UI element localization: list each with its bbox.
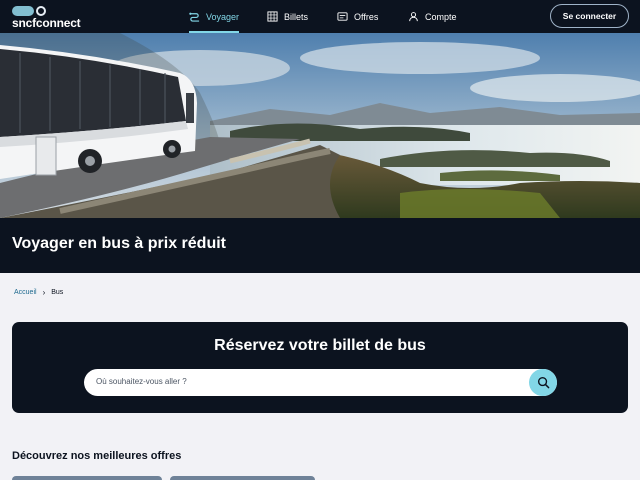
offer-card[interactable] (170, 476, 315, 480)
breadcrumb-current: Bus (51, 289, 64, 296)
hero-illustration (0, 33, 640, 218)
nav-item-label: Voyager (206, 11, 240, 22)
booking-title: Réservez votre billet de bus (214, 337, 426, 354)
nav-item-offres[interactable]: Offres (337, 0, 378, 33)
chevron-right-icon: › (42, 288, 46, 297)
nav-item-label: Offres (354, 11, 379, 22)
search-placeholder: Où souhaitez-vous aller ? (96, 377, 187, 386)
destination-search-input[interactable]: Où souhaitez-vous aller ? (84, 369, 557, 396)
breadcrumb-home-link[interactable]: Accueil (14, 289, 37, 296)
search-button[interactable] (529, 369, 557, 396)
offers-section-title: Découvrez nos meilleures offres (12, 450, 182, 462)
logo-text: sncfconnect (12, 16, 81, 30)
route-icon (189, 12, 200, 22)
nav-item-billets[interactable]: Billets (267, 0, 308, 33)
search-icon (537, 376, 549, 389)
login-button[interactable]: Se connecter (550, 4, 629, 28)
page-title: Voyager en bus à prix réduit (12, 235, 226, 252)
booking-search-card: Réservez votre billet de bus Où souhaite… (12, 322, 628, 413)
offer-card[interactable] (12, 476, 162, 480)
nav-item-compte[interactable]: Compte (408, 0, 457, 33)
nav-item-label: Compte (425, 11, 457, 22)
nav-item-label: Billets (284, 11, 309, 22)
sncf-connect-logo[interactable]: sncfconnect (12, 5, 82, 30)
user-icon (409, 12, 418, 22)
card-icon (337, 12, 348, 21)
breadcrumb: Accueil › Bus (14, 288, 63, 297)
top-navigation-bar: sncfconnect Voyager Billets Offres Compt… (0, 0, 640, 33)
nav-item-voyager[interactable]: Voyager (189, 0, 240, 33)
hero-image (0, 33, 640, 218)
ticket-grid-icon (267, 11, 278, 22)
